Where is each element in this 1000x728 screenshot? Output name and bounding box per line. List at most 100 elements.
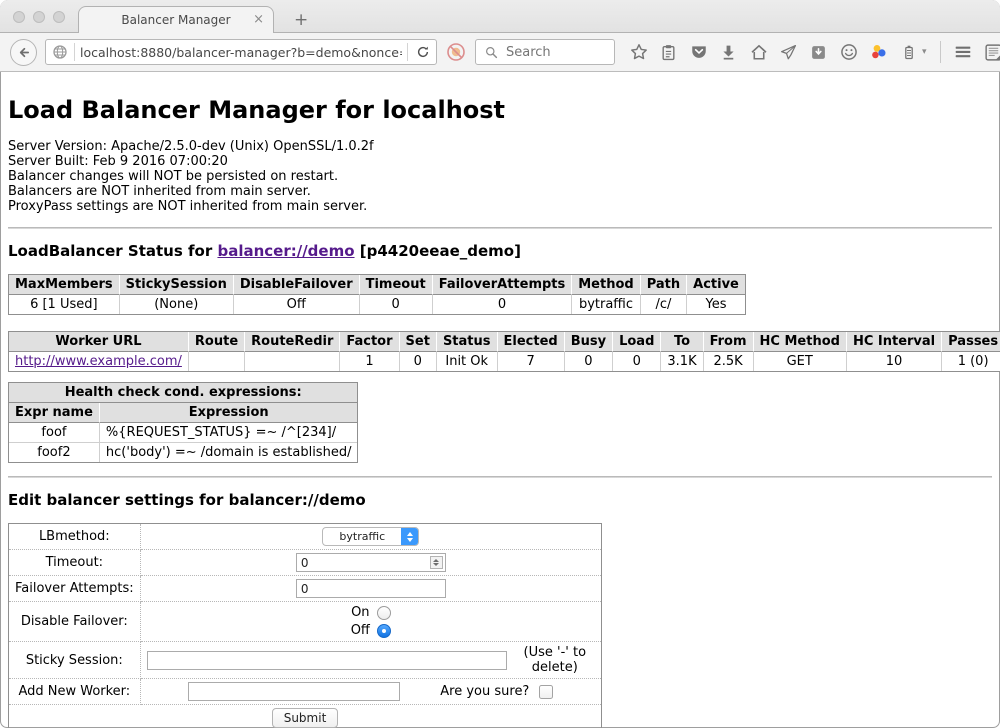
divider <box>8 227 992 229</box>
timeout-input[interactable] <box>296 553 446 572</box>
failover-attempts-label: Failover Attempts: <box>9 576 141 602</box>
col-header: Passes <box>942 332 1000 352</box>
cell-hc-method: GET <box>754 352 847 371</box>
failover-attempts-input[interactable] <box>296 579 446 598</box>
col-header: To <box>661 332 703 352</box>
cell-active: Yes <box>687 295 745 314</box>
cell-disablefailover: Off <box>234 295 360 314</box>
form-row-failover-attempts: Failover Attempts: <box>9 576 601 602</box>
proxypass-notice-line: ProxyPass settings are NOT inherited fro… <box>8 199 992 214</box>
disable-failover-off-radio[interactable] <box>377 624 391 638</box>
reload-icon[interactable] <box>413 43 432 62</box>
back-button[interactable] <box>10 39 37 66</box>
col-header: Expression <box>100 403 358 423</box>
minimize-window-button[interactable] <box>33 11 45 23</box>
add-worker-label: Add New Worker: <box>9 679 141 705</box>
urlbar-divider <box>74 43 75 61</box>
tab-title: Balancer Manager <box>121 13 230 27</box>
feedback-smiley-icon[interactable] <box>839 43 858 62</box>
confirm-checkbox[interactable] <box>539 685 553 699</box>
health-table-title: Health check cond. expressions: <box>9 383 357 403</box>
battery-extension-icon[interactable] <box>899 43 918 62</box>
form-row-lbmethod: LBmethod: bytraffic <box>9 524 601 550</box>
number-spinner-icon[interactable] <box>430 556 443 569</box>
menu-hamburger-icon[interactable] <box>954 43 973 62</box>
form-row-disable-failover: Disable Failover: On Off <box>9 602 601 642</box>
extension-colored-dots-icon[interactable] <box>869 43 888 62</box>
page-title: Load Balancer Manager for localhost <box>8 96 992 124</box>
cell-to: 3.1K <box>661 352 703 371</box>
cell-hc-interval: 10 <box>847 352 942 371</box>
url-bar[interactable] <box>45 39 437 65</box>
tab-balancer-manager[interactable]: Balancer Manager × <box>78 6 274 33</box>
server-built-line: Server Built: Feb 9 2016 07:00:20 <box>8 154 992 169</box>
search-icon <box>482 43 501 62</box>
home-icon[interactable] <box>749 43 768 62</box>
cell-routeredir <box>245 352 340 371</box>
zoom-window-button[interactable] <box>53 11 65 23</box>
content-blocked-icon[interactable] <box>445 41 467 63</box>
toolbar-buttons: ▾ <box>629 41 1000 63</box>
cell-status: Init Ok <box>437 352 498 371</box>
send-page-icon[interactable] <box>779 43 798 62</box>
new-tab-button[interactable]: + <box>294 12 308 29</box>
bookmark-star-icon[interactable] <box>629 43 648 62</box>
col-header: Active <box>687 275 745 295</box>
submit-button[interactable]: Submit <box>272 708 339 728</box>
cell-route <box>189 352 245 371</box>
search-input[interactable] <box>506 45 608 60</box>
balancer-demo-link[interactable]: balancer://demo <box>217 242 354 260</box>
status-heading-prefix: LoadBalancer Status for <box>8 242 217 260</box>
cell-failoverattempts: 0 <box>433 295 573 314</box>
tab-close-icon[interactable]: × <box>253 12 264 27</box>
col-header: From <box>704 332 754 352</box>
col-header: Set <box>400 332 437 352</box>
disable-failover-on-radio[interactable] <box>377 606 391 620</box>
cell-expr-name: foof <box>9 423 100 443</box>
col-header: Timeout <box>360 275 433 295</box>
chevron-down-icon[interactable]: ▾ <box>922 47 927 57</box>
col-header: Factor <box>340 332 399 352</box>
server-info: Server Version: Apache/2.5.0-dev (Unix) … <box>8 139 992 214</box>
persist-notice-line: Balancer changes will NOT be persisted o… <box>8 169 992 184</box>
sticky-session-hint: (Use '-' to delete) <box>515 645 595 675</box>
cell-method: bytraffic <box>572 295 640 314</box>
search-bar[interactable] <box>475 39 615 65</box>
site-identity-globe-icon[interactable] <box>50 43 69 62</box>
cell-passes: 1 (0) <box>942 352 1000 371</box>
col-header: Busy <box>565 332 613 352</box>
col-header: Method <box>572 275 640 295</box>
navigation-toolbar: ▾ <box>0 33 1000 72</box>
col-header: Elected <box>498 332 565 352</box>
lbmethod-selected-value: bytraffic <box>323 528 401 545</box>
timeout-label: Timeout: <box>9 550 141 576</box>
status-heading-suffix: [p4420eeae_demo] <box>355 242 521 260</box>
col-header: Expr name <box>9 403 100 423</box>
col-header: Worker URL <box>9 332 189 352</box>
form-row-sticky-session: Sticky Session: (Use '-' to delete) <box>9 642 601 679</box>
url-input[interactable] <box>80 45 402 60</box>
close-window-button[interactable] <box>13 11 25 23</box>
add-worker-input[interactable] <box>188 682 400 701</box>
downloads-icon[interactable] <box>719 43 738 62</box>
select-stepper-icon <box>401 528 418 545</box>
worker-url-link[interactable]: http://www.example.com/ <box>15 354 182 369</box>
notes-grid-icon[interactable] <box>984 43 1000 62</box>
urlbar-divider <box>407 43 408 61</box>
col-header: MaxMembers <box>9 275 120 295</box>
table-row: foof %{REQUEST_STATUS} =~ /^[234]/ <box>9 423 357 443</box>
toolbar-separator <box>940 41 941 63</box>
worker-table: Worker URL Route RouteRedir Factor Set S… <box>8 331 1000 372</box>
cell-from: 2.5K <box>704 352 754 371</box>
pocket-icon[interactable] <box>689 43 708 62</box>
cell-expression: %{REQUEST_STATUS} =~ /^[234]/ <box>100 423 358 443</box>
cell-expression: hc('body') =~ /domain is established/ <box>100 443 358 462</box>
table-row: foof2 hc('body') =~ /domain is establish… <box>9 443 357 462</box>
save-to-device-icon[interactable] <box>809 43 828 62</box>
cell-factor: 1 <box>340 352 399 371</box>
sticky-session-input[interactable] <box>147 651 507 670</box>
lbmethod-select[interactable]: bytraffic <box>322 527 419 546</box>
form-row-timeout: Timeout: <box>9 550 601 576</box>
reading-list-icon[interactable] <box>659 43 678 62</box>
tab-bar: Balancer Manager × + <box>0 0 1000 33</box>
